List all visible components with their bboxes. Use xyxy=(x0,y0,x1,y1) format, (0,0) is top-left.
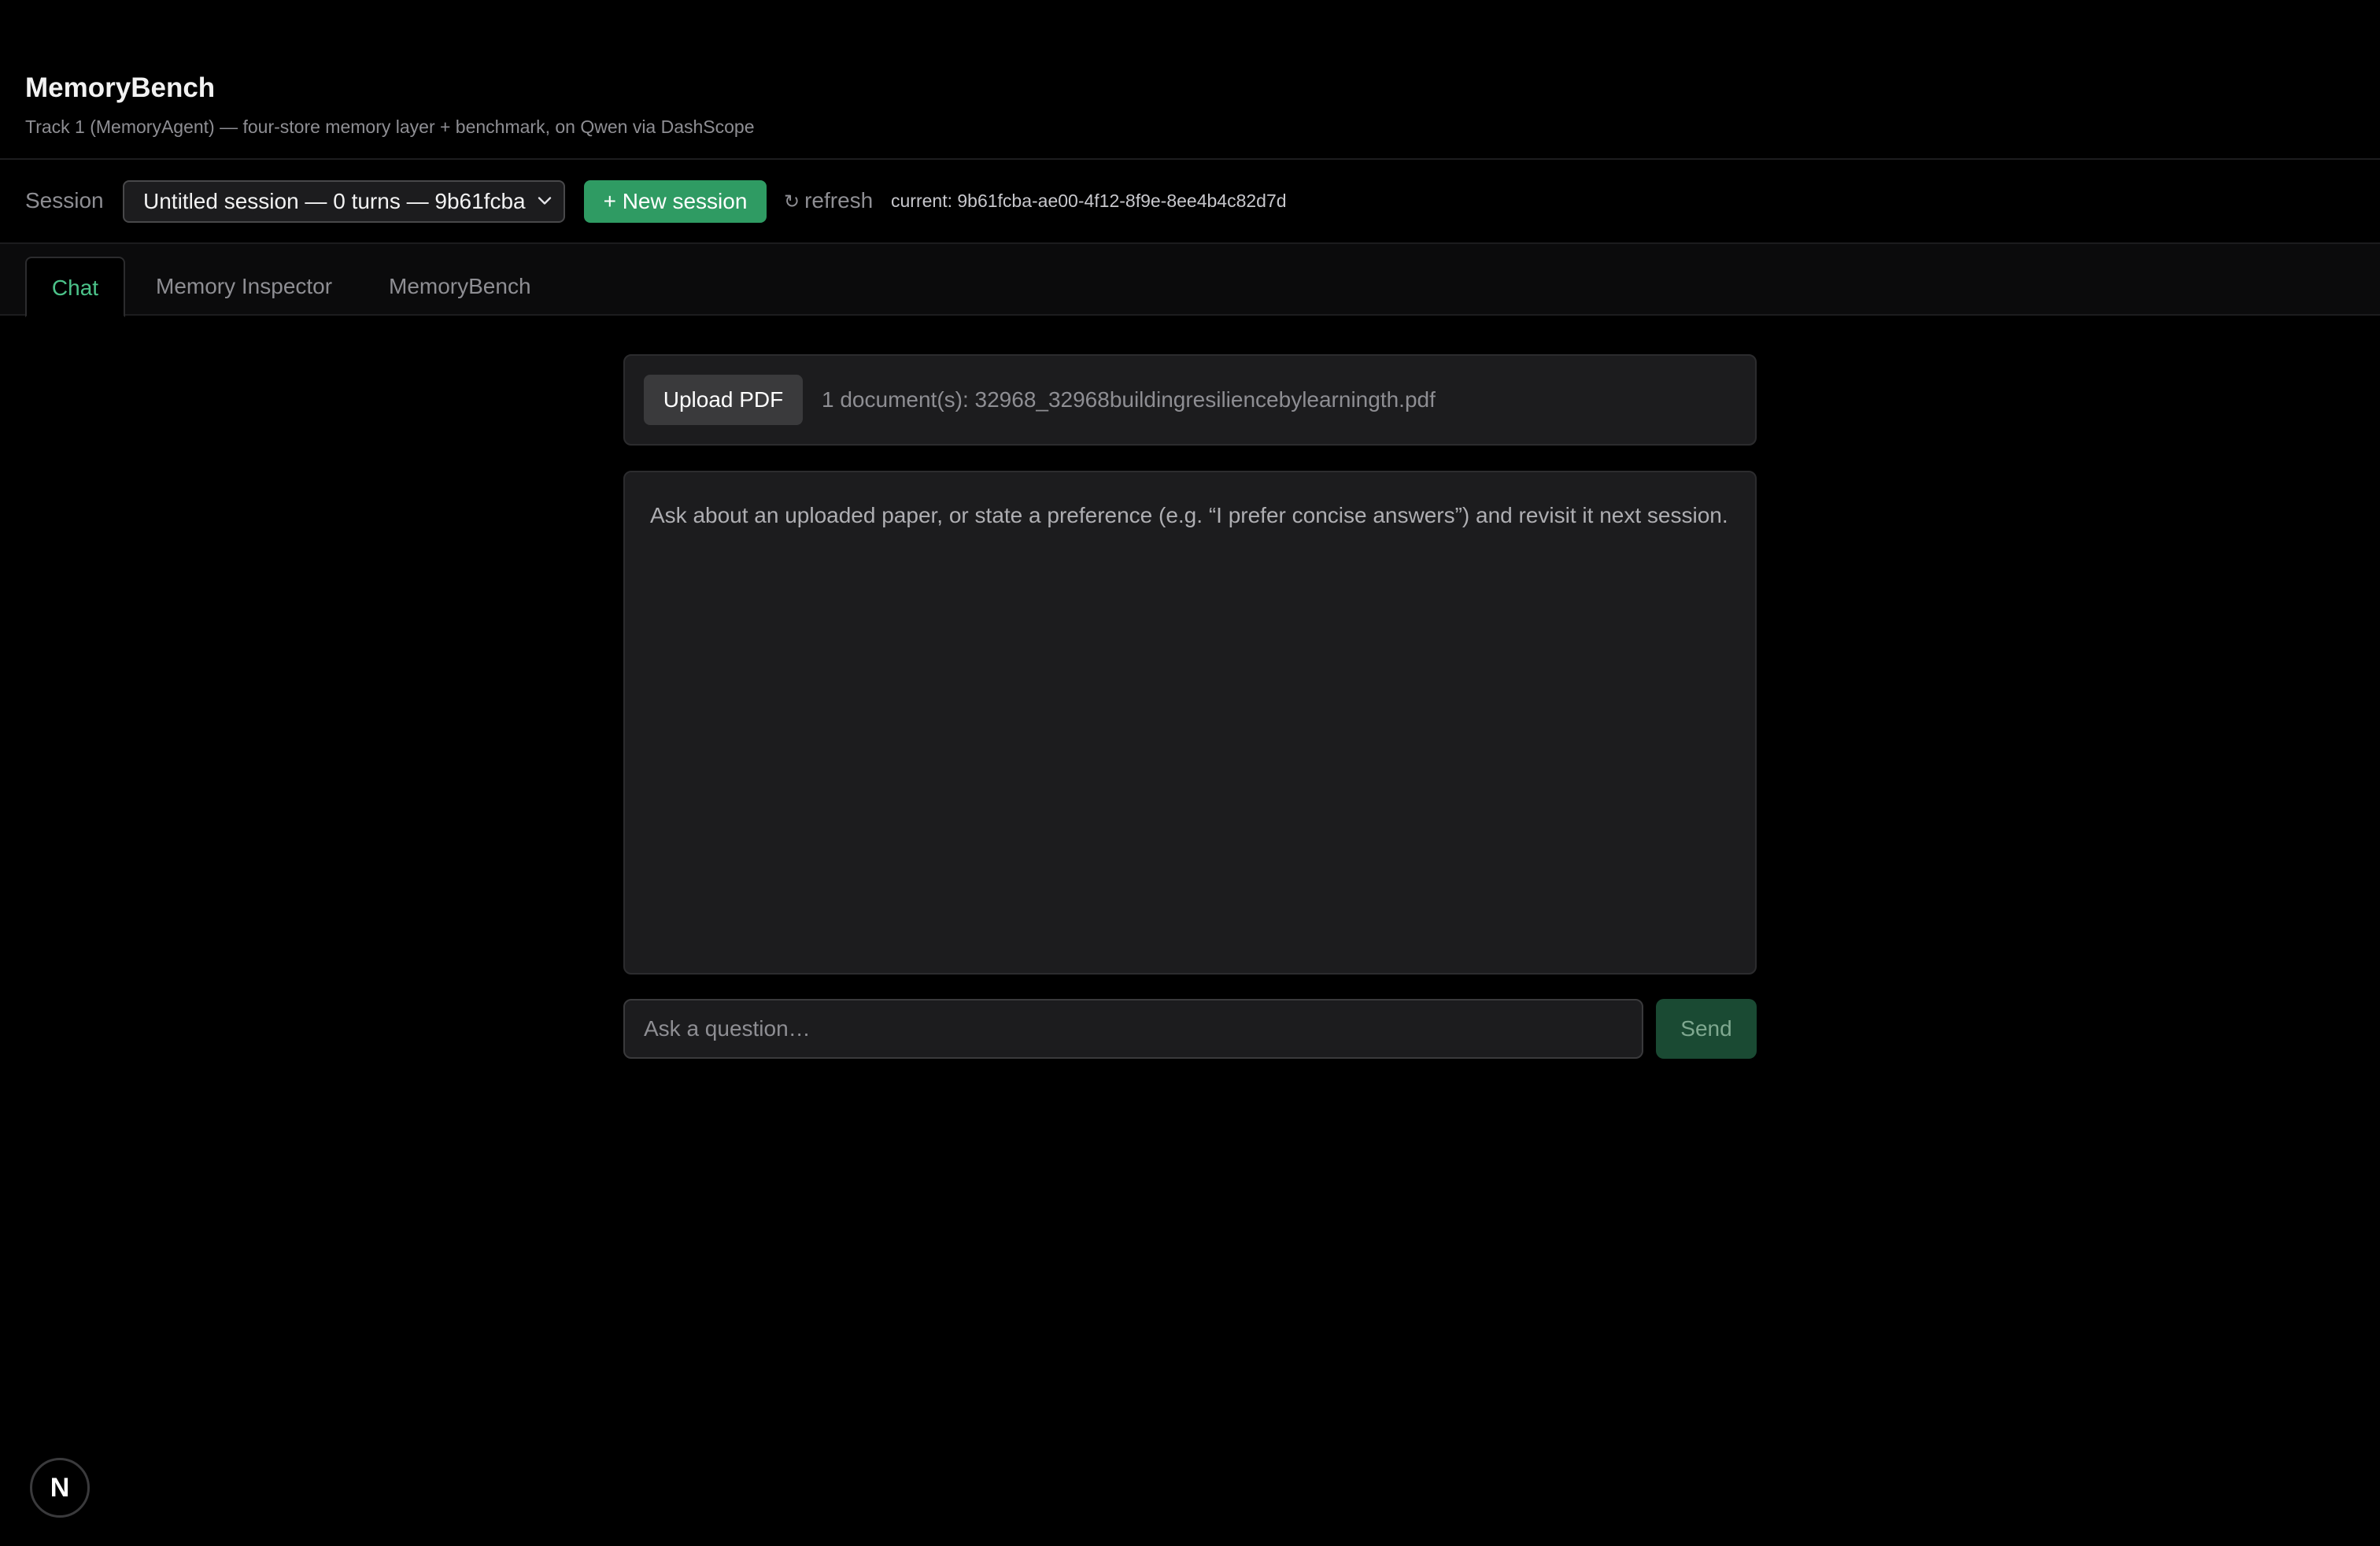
app-subtitle: Track 1 (MemoryAgent) — four-store memor… xyxy=(25,117,755,137)
tab-chat[interactable]: Chat xyxy=(25,257,125,317)
tab-memory-inspector[interactable]: Memory Inspector xyxy=(131,257,357,316)
current-session-id: current: 9b61fcba-ae00-4f12-8f9e-8ee4b4c… xyxy=(891,190,1287,211)
refresh-label: refresh xyxy=(804,188,874,213)
session-bar: Session Untitled session — 0 turns — 9b6… xyxy=(0,160,2380,244)
refresh-icon: ↻ xyxy=(784,191,800,213)
app-header: MemoryBench Track 1 (MemoryAgent) — four… xyxy=(0,0,2380,160)
new-session-button[interactable]: + New session xyxy=(584,180,767,223)
chevron-down-icon xyxy=(538,197,552,205)
send-button[interactable]: Send xyxy=(1656,999,1757,1059)
tab-bar: Chat Memory Inspector MemoryBench xyxy=(0,244,2380,317)
chat-empty-hint: Ask about an uploaded paper, or state a … xyxy=(650,503,1728,527)
session-select-value: Untitled session — 0 turns — 9b61fcba xyxy=(143,189,526,213)
session-select[interactable]: Untitled session — 0 turns — 9b61fcba xyxy=(123,180,565,223)
session-label: Session xyxy=(25,188,104,213)
chat-history-panel[interactable]: Ask about an uploaded paper, or state a … xyxy=(623,471,1757,975)
next-logo-icon[interactable]: N xyxy=(30,1458,90,1518)
upload-status: 1 document(s): 32968_32968buildingresili… xyxy=(822,387,1436,412)
refresh-button[interactable]: ↻ refresh xyxy=(784,190,873,212)
app-title: MemoryBench xyxy=(25,72,216,103)
question-input[interactable] xyxy=(623,999,1643,1059)
upload-pdf-button[interactable]: Upload PDF xyxy=(644,375,803,425)
upload-panel: Upload PDF 1 document(s): 32968_32968bui… xyxy=(623,354,1757,446)
tab-memorybench[interactable]: MemoryBench xyxy=(364,257,556,316)
